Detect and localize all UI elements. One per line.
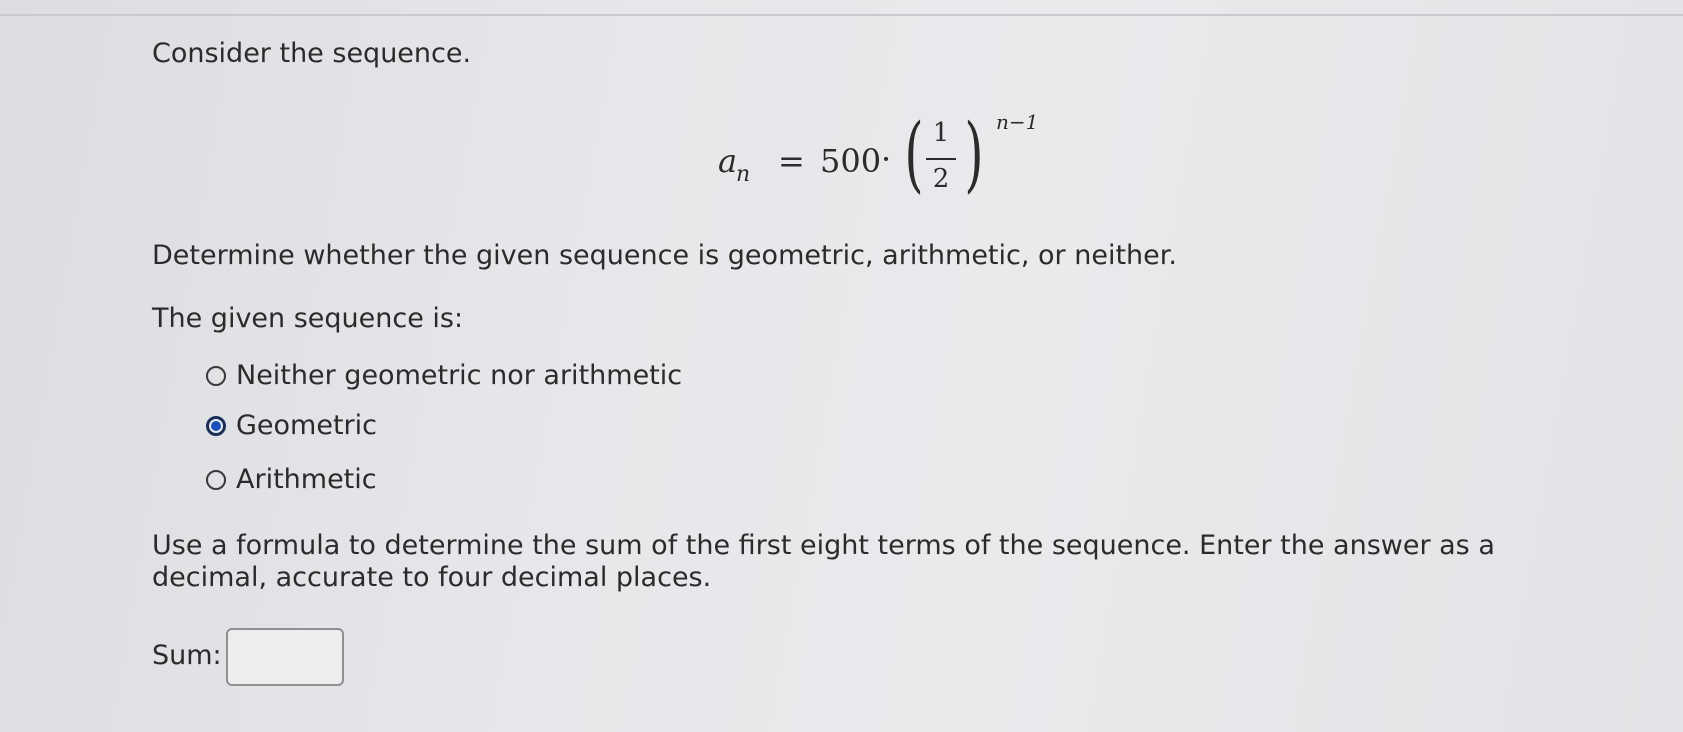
sequence-formula: a n = 500 · ( 1 2 ) n−1	[718, 107, 1038, 220]
formula-equals: =	[778, 142, 805, 180]
intro-text: Consider the sequence.	[152, 38, 472, 69]
formula-lhs-var: a	[718, 142, 738, 180]
sum-label: Sum:	[152, 640, 222, 671]
formula-fraction-bar	[926, 158, 956, 160]
radio-geometric-selected[interactable]	[206, 416, 226, 436]
formula-dot: ·	[881, 140, 892, 178]
radio-arithmetic[interactable]	[206, 470, 226, 490]
determine-text: Determine whether the given sequence is …	[152, 240, 1177, 271]
top-divider	[0, 14, 1683, 16]
formula-paren-left: (	[904, 107, 924, 202]
radio-neither[interactable]	[206, 366, 226, 386]
option-arithmetic[interactable]: Arithmetic	[206, 460, 377, 500]
option-label-geometric: Geometric	[236, 410, 377, 441]
option-geometric[interactable]: Geometric	[206, 406, 377, 446]
formula-lhs-subscript: n	[736, 162, 751, 187]
option-label-neither: Neither geometric nor arithmetic	[236, 360, 683, 391]
formula-paren-right: )	[964, 107, 984, 202]
formula-denominator: 2	[932, 164, 950, 194]
option-label-arithmetic: Arithmetic	[236, 464, 377, 495]
sum-instructions: Use a formula to determine the sum of th…	[152, 530, 1495, 593]
sum-input[interactable]	[226, 628, 344, 686]
formula-coefficient: 500	[820, 142, 882, 180]
formula-exponent: n−1	[996, 110, 1039, 134]
option-neither[interactable]: Neither geometric nor arithmetic	[206, 356, 682, 396]
given-sequence-label: The given sequence is:	[152, 303, 464, 334]
formula-numerator: 1	[932, 118, 950, 148]
